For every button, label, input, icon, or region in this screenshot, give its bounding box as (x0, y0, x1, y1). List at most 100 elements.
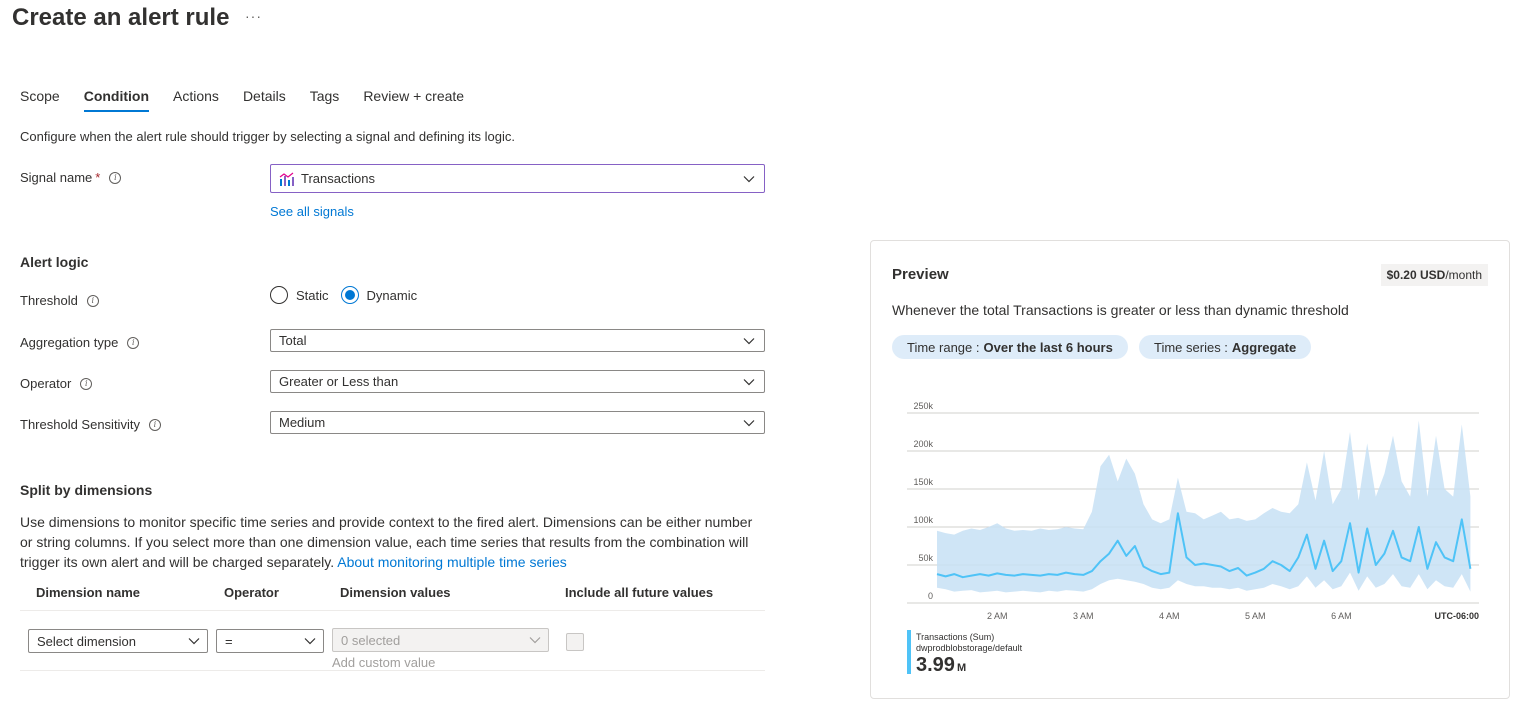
info-icon[interactable]: i (80, 377, 93, 390)
signal-name-label: Signal name * i (20, 170, 122, 185)
operator-label-text: Operator (20, 376, 72, 391)
preview-description: Whenever the total Transactions is great… (892, 302, 1349, 318)
divider (20, 670, 765, 671)
dimension-operator-select[interactable]: = (216, 629, 324, 653)
preview-title: Preview (892, 266, 949, 283)
tab-condition[interactable]: Condition (83, 88, 150, 112)
time-range-value: Over the last 6 hours (983, 339, 1113, 355)
y-tick-label: 100k (913, 515, 933, 525)
tab-bar: Scope Condition Actions Details Tags Rev… (20, 88, 488, 112)
preview-card: Preview $0.20 USD/month Whenever the tot… (870, 240, 1510, 699)
col-operator: Operator (224, 585, 279, 600)
operator-value: Greater or Less than (279, 374, 399, 389)
x-tick-label: 3 AM (1073, 611, 1094, 621)
signal-name-select[interactable]: Transactions (270, 164, 765, 193)
threshold-label-text: Threshold (20, 293, 78, 308)
required-mark: * (95, 170, 101, 185)
x-tick-label: 2 AM (987, 611, 1008, 621)
time-series-pill[interactable]: Time series : Aggregate (1139, 335, 1312, 359)
aggregation-type-value: Total (279, 333, 307, 348)
threshold-band (937, 420, 1471, 593)
legend-value-unit: M (956, 662, 967, 674)
info-icon[interactable]: i (127, 336, 140, 349)
aggregation-type-label: Aggregation type i (20, 335, 140, 350)
timezone-label: UTC-06:00 (1434, 611, 1479, 621)
y-tick-label: 150k (913, 477, 933, 487)
tab-details[interactable]: Details (243, 88, 286, 110)
threshold-sensitivity-value: Medium (279, 415, 326, 430)
info-icon[interactable]: i (148, 418, 161, 431)
include-future-values-checkbox (566, 633, 584, 651)
price-unit: /month (1445, 268, 1482, 282)
about-multiple-time-series-link[interactable]: About monitoring multiple time series (337, 554, 567, 570)
intro-text: Configure when the alert rule should tri… (20, 129, 516, 144)
time-range-label: Time range : (907, 339, 980, 355)
alert-logic-title: Alert logic (20, 254, 89, 270)
dimension-values-value: 0 selected (341, 632, 401, 648)
price-amount: $0.20 USD (1386, 268, 1446, 282)
x-tick-label: 4 AM (1159, 611, 1180, 621)
threshold-sensitivity-select[interactable]: Medium (270, 411, 765, 434)
threshold-dynamic-label: Dynamic (366, 287, 418, 303)
operator-select[interactable]: Greater or Less than (270, 370, 765, 393)
col-include-future-values: Include all future values (565, 585, 714, 600)
time-range-pill[interactable]: Time range : Over the last 6 hours (892, 335, 1128, 359)
tab-review-create[interactable]: Review + create (363, 88, 464, 110)
threshold-static-label: Static (296, 287, 329, 303)
threshold-sensitivity-label-text: Threshold Sensitivity (20, 417, 140, 432)
chevron-down-icon (743, 420, 755, 427)
aggregation-type-select[interactable]: Total (270, 329, 765, 352)
tab-actions[interactable]: Actions (173, 88, 219, 110)
threshold-sensitivity-label: Threshold Sensitivity i (20, 417, 161, 432)
chevron-down-icon (188, 638, 200, 645)
y-tick-label: 250k (913, 401, 933, 411)
operator-label: Operator i (20, 376, 93, 391)
chevron-down-icon (743, 379, 755, 386)
chevron-down-icon (743, 338, 755, 345)
split-by-dimensions-title: Split by dimensions (20, 482, 153, 498)
chevron-down-icon (529, 637, 541, 644)
tab-tags[interactable]: Tags (310, 88, 340, 110)
col-dimension-name: Dimension name (36, 585, 141, 600)
dimension-name-select[interactable]: Select dimension (28, 629, 208, 653)
time-series-value: Aggregate (1231, 339, 1297, 355)
radio-checked-icon (340, 286, 359, 304)
dimension-values-select: 0 selected (332, 628, 549, 652)
threshold-dynamic-radio[interactable]: Dynamic (340, 286, 418, 304)
legend-color-bar (907, 630, 911, 674)
dimension-operator-value: = (225, 633, 233, 649)
add-custom-value-input: Add custom value (332, 655, 436, 670)
y-tick-label: 50k (918, 553, 933, 563)
aggregation-type-label-text: Aggregation type (20, 335, 119, 350)
divider (20, 610, 765, 611)
signal-name-label-text: Signal name (20, 170, 93, 185)
legend-series-name: Transactions (Sum) (916, 632, 995, 642)
col-dimension-values: Dimension values (340, 585, 451, 600)
signal-name-value: Transactions (301, 171, 375, 186)
x-tick-label: 6 AM (1331, 611, 1352, 621)
info-icon[interactable]: i (86, 294, 99, 307)
time-series-label: Time series : (1154, 339, 1228, 355)
chevron-down-icon (743, 176, 755, 183)
more-options-button[interactable]: ··· (245, 8, 262, 24)
threshold-static-radio[interactable]: Static (270, 286, 329, 304)
info-icon[interactable]: i (109, 171, 122, 184)
radio-unchecked-icon (270, 286, 288, 304)
transactions-chart: 0 50k 100k 150k 200k 250k 2 AM 3 AM 4 AM 5 AM 6 AM… (907, 401, 1479, 621)
split-description: Use dimensions to monitor specific time … (20, 512, 760, 572)
legend-total-value: 3.99 M (916, 654, 966, 677)
see-all-signals-link[interactable]: See all signals (270, 204, 354, 219)
chevron-down-icon (304, 638, 316, 645)
tab-scope[interactable]: Scope (20, 88, 60, 110)
x-tick-label: 5 AM (1245, 611, 1266, 621)
legend-series-resource: dwprodblobstorage/default (916, 643, 1023, 653)
legend-value-number: 3.99 (916, 654, 955, 676)
threshold-label: Threshold i (20, 293, 99, 308)
threshold-radio-group: Static Dynamic (270, 286, 429, 304)
y-tick-label: 200k (913, 439, 933, 449)
y-tick-label: 0 (928, 591, 933, 601)
dimension-name-value: Select dimension (37, 633, 136, 649)
metric-chart-icon (279, 172, 294, 186)
price-badge: $0.20 USD/month (1380, 264, 1488, 286)
page-title: Create an alert rule (12, 4, 230, 31)
